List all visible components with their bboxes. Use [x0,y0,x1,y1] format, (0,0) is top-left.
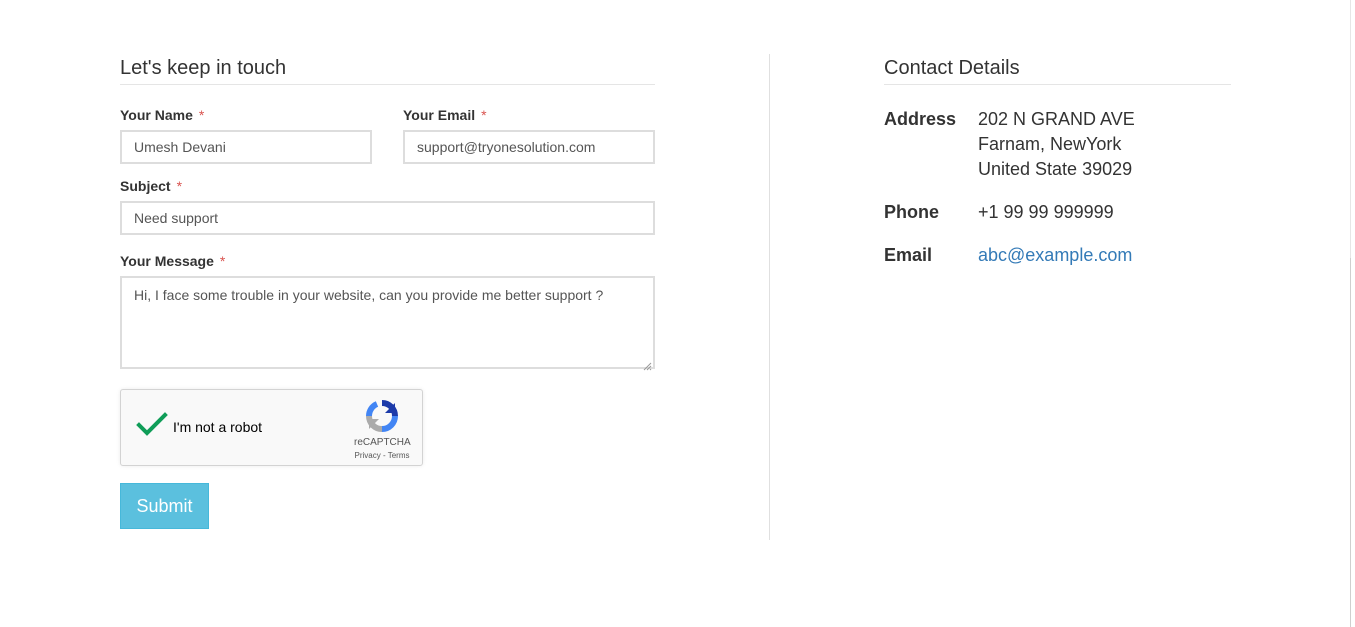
address-line: 202 N GRAND AVE [978,109,1135,129]
contact-page: Let's keep in touch Your Name* Your Emai… [0,0,1355,627]
column-divider [769,54,770,540]
required-mark: * [198,107,205,123]
recaptcha-widget: I'm not a robot reCAPTCHA Privacy - Term… [120,389,423,466]
email-input[interactable] [403,130,655,164]
recaptcha-privacy-link[interactable]: Privacy [355,451,381,460]
address-label: Address [884,109,957,129]
message-wrapper: Hi, I face some trouble in your website,… [120,276,655,374]
subject-input[interactable] [120,201,655,235]
recaptcha-checkmark-icon[interactable] [136,412,168,438]
contact-title: Contact Details [884,56,1231,85]
phone-row: Phone +1 99 99 999999 [884,200,1231,225]
form-title: Let's keep in touch [120,56,655,85]
required-mark: * [176,178,183,194]
phone-label: Phone [884,202,940,222]
recaptcha-links: Privacy - Terms [349,451,415,460]
resize-grip-icon[interactable] [642,361,652,371]
address-line: Farnam, NewYork [978,134,1122,154]
message-label: Your Message * [120,253,226,269]
contact-details: Contact Details Address 202 N GRAND AVE … [884,56,1231,286]
details-list: Address 202 N GRAND AVE Farnam, NewYork … [884,107,1231,268]
email-detail-label: Email [884,245,933,265]
recaptcha-terms-link[interactable]: Terms [388,451,410,460]
name-input[interactable] [120,130,372,164]
email-field-group: Your Email * [403,107,655,164]
subject-field-group: Subject * [120,178,655,235]
email-label: Your Email * [403,107,487,123]
contact-form: Let's keep in touch Your Name* Your Emai… [120,56,655,529]
recaptcha-brand: reCAPTCHA [354,437,411,448]
name-field-group: Your Name * [120,107,372,164]
scrollbar[interactable] [1350,258,1355,627]
email-row: Email abc@example.com [884,243,1231,268]
recaptcha-label: I'm not a robot [173,419,263,435]
submit-button[interactable]: Submit [120,483,209,529]
required-mark: * [481,107,487,123]
required-mark: * [219,253,226,269]
recaptcha-link-separator: - [380,451,388,460]
message-textarea[interactable]: Hi, I face some trouble in your website,… [120,276,655,369]
address-value: 202 N GRAND AVE Farnam, NewYork United S… [978,107,1135,182]
email-link[interactable]: abc@example.com [978,245,1132,265]
phone-value: +1 99 99 999999 [978,202,1114,222]
recaptcha-logo-icon [366,400,398,432]
email-detail-value: abc@example.com [978,243,1132,268]
address-row: Address 202 N GRAND AVE Farnam, NewYork … [884,107,1231,182]
message-field-group: Your Message * Hi, I face some trouble in… [120,253,655,374]
address-line: United State 39029 [978,159,1133,179]
name-label: Your Name * [120,107,205,123]
subject-label: Subject * [120,178,183,194]
